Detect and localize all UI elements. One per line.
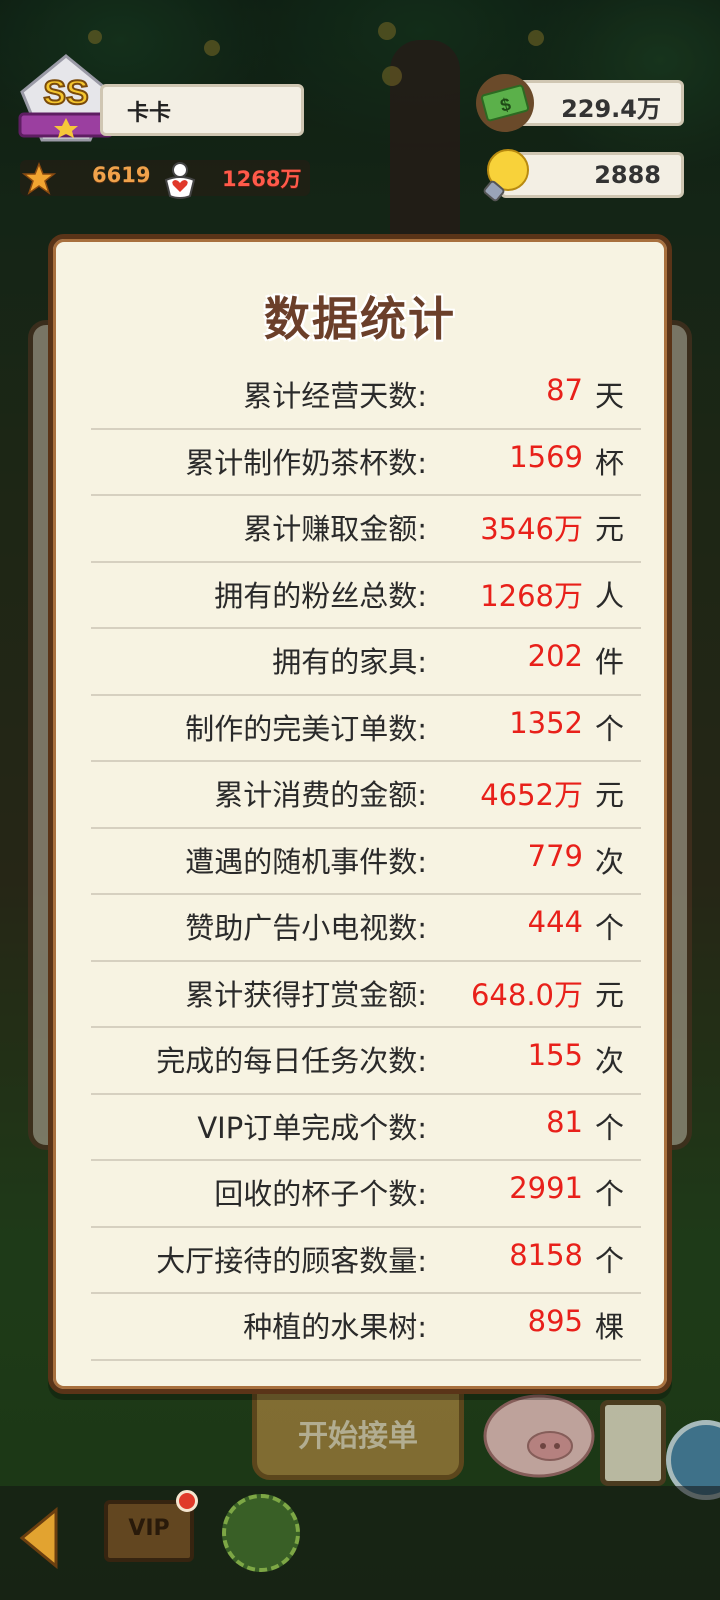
stat-value: 8158 [509,1237,583,1272]
notification-dot [176,1490,198,1512]
shop-cart-button[interactable] [222,1494,300,1572]
stat-row: 累计获得打赏金额: 648.0万元 [91,962,641,1028]
rank-text: SS [43,74,88,112]
lightbulb-icon [483,149,529,202]
stat-row: 种植的水果树: 895 棵 [91,1294,641,1361]
stat-unit: 个 [595,1110,625,1145]
stat-row: 累计经营天数: 87 天 [91,363,641,430]
star-icon [22,162,56,195]
stat-row: 遭遇的随机事件数: 779 次 [91,829,641,895]
stat-label: 赞助广告小电视数: [185,911,427,945]
stat-value: 779 [527,838,583,873]
stat-unit: 人 [595,578,625,613]
stat-row: 拥有的家具: 202 件 [91,629,641,696]
stat-label: 遭遇的随机事件数: [185,844,427,879]
stat-row: 回收的杯子个数: 2991 个 [91,1161,641,1228]
stat-unit: 杯 [595,445,625,480]
stat-label: 累计赚取金额: [243,512,427,546]
stat-label: 回收的杯子个数: [214,1177,427,1211]
stat-value: 648.0万 [470,977,583,1012]
clipboard-button[interactable] [600,1400,666,1486]
stat-unit: 件 [595,645,625,679]
stat-label: 累计消费的金额: [214,778,427,812]
stat-label: 累计制作奶茶杯数: [185,445,427,480]
stat-label: 制作的完美订单数: [185,711,427,746]
stat-unit: 元 [595,778,625,812]
stat-row: 累计消费的金额: 4652万元 [91,762,641,829]
player-name[interactable]: 卡卡 [100,84,304,136]
stat-row: 赞助广告小电视数: 444 个 [91,895,641,962]
stat-row: 制作的完美订单数: 1352 个 [91,696,641,762]
stat-label: 累计获得打赏金额: [185,977,427,1012]
stat-label: 种植的水果树: [243,1310,427,1344]
stat-unit: 个 [595,1243,625,1278]
stat-value: 3546万 [480,512,583,546]
stat-unit: 棵 [595,1310,625,1344]
stat-row: 完成的每日任务次数: 155 次 [91,1028,641,1095]
stat-row: 累计制作奶茶杯数: 1569 杯 [91,430,641,496]
stat-row: 拥有的粉丝总数: 1268万人 [91,563,641,629]
statistics-modal: 数据统计 累计经营天数: 87 天累计制作奶茶杯数: 1569 杯累计赚取金额: 3546… [48,234,672,1394]
modal-title: 数据统计 [264,292,456,346]
stat-value: 1268万 [480,578,583,613]
stat-label: 累计经营天数: [243,379,427,413]
cash-icon: $ [476,74,534,132]
piggy-bank-icon[interactable] [480,1388,598,1480]
stat-row: VIP订单完成个数: 81 个 [91,1095,641,1161]
fans-count: 1268万 [222,167,302,191]
stat-unit: 元 [595,512,625,546]
stat-value: 87 [546,373,583,407]
stat-value: 155 [527,1038,583,1072]
stat-unit: 个 [595,711,625,746]
stat-label: 拥有的粉丝总数: [214,578,427,613]
stat-unit: 个 [595,1177,625,1211]
stat-value: 2991 [509,1171,583,1205]
stat-unit: 元 [595,977,625,1012]
star-count: 6619 [92,163,151,187]
statistics-list: 累计经营天数: 87 天累计制作奶茶杯数: 1569 杯累计赚取金额: 3546万元拥有的… [91,363,641,1361]
stat-unit: 次 [595,1044,625,1078]
stat-value: 895 [527,1304,583,1338]
stat-unit: 次 [595,844,625,879]
stat-row: 累计赚取金额: 3546万元 [91,496,641,563]
stat-label: 拥有的家具: [272,645,427,679]
fans-icon [164,162,196,199]
back-arrow-icon[interactable] [18,1506,60,1570]
stat-value: 1569 [509,439,583,474]
stat-unit: 天 [595,379,625,413]
stat-label: VIP订单完成个数: [197,1110,427,1145]
stat-value: 202 [527,639,583,673]
stat-value: 81 [546,1104,583,1139]
stat-value: 444 [527,905,583,939]
stat-value: 1352 [509,705,583,740]
stat-row: 大厅接待的顾客数量: 8158 个 [91,1228,641,1294]
stat-label: 完成的每日任务次数: [156,1044,427,1078]
stat-label: 大厅接待的顾客数量: [156,1243,427,1278]
stat-value: 4652万 [480,778,583,812]
stat-unit: 个 [595,911,625,945]
